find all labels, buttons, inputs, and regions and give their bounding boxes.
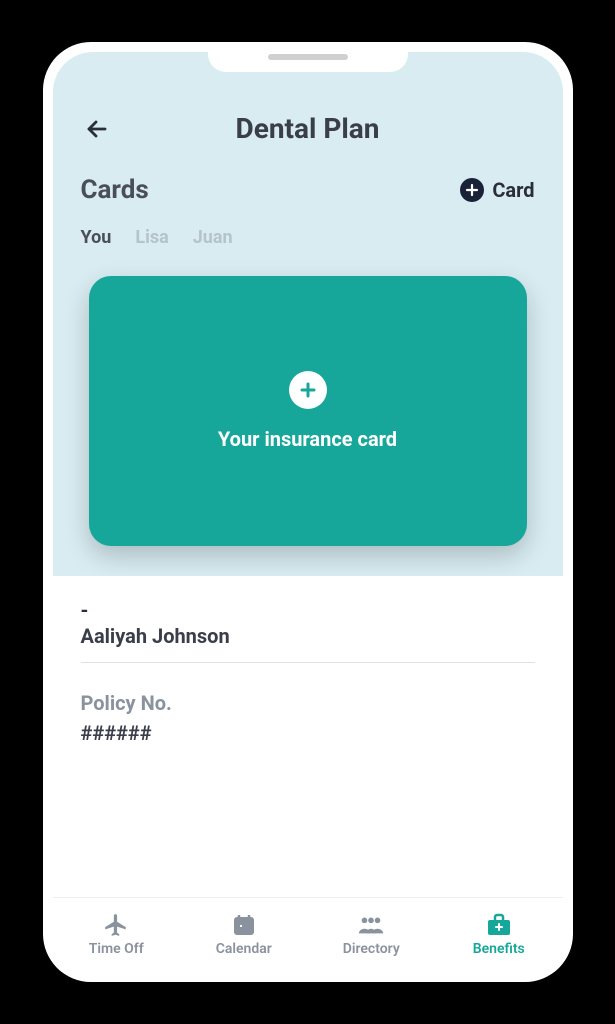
member-name: Aaliyah Johnson	[81, 624, 535, 648]
nav-time-off[interactable]: Time Off	[53, 898, 181, 972]
nav-calendar[interactable]: Calendar	[180, 898, 308, 972]
back-button[interactable]	[81, 113, 113, 145]
phone-notch	[208, 42, 408, 72]
policy-value: ######	[81, 721, 535, 745]
member-tabs: You Lisa Juan	[81, 227, 535, 248]
add-card-button[interactable]: Card	[460, 178, 534, 202]
people-icon	[357, 913, 385, 937]
cards-title: Cards	[81, 175, 149, 205]
page-title: Dental Plan	[113, 112, 503, 145]
nav-label: Calendar	[216, 941, 272, 957]
tab-you[interactable]: You	[81, 227, 112, 248]
policy-block: Policy No. ######	[81, 691, 535, 745]
nav-benefits[interactable]: Benefits	[435, 898, 563, 972]
policy-label: Policy No.	[81, 691, 535, 715]
nav-label: Benefits	[473, 941, 525, 957]
member-dash: -	[81, 600, 535, 620]
bottom-nav: Time Off Calendar Directory Benefits	[53, 897, 563, 972]
nav-label: Directory	[343, 941, 400, 957]
nav-directory[interactable]: Directory	[308, 898, 436, 972]
add-card-label: Card	[492, 178, 534, 202]
cards-header: Cards Card	[81, 175, 535, 205]
insurance-card[interactable]: Your insurance card	[89, 276, 527, 546]
details-section: - Aaliyah Johnson Policy No. ######	[53, 576, 563, 897]
phone-frame: Dental Plan Cards Card You Lisa Juan	[43, 42, 573, 982]
screen: Dental Plan Cards Card You Lisa Juan	[53, 52, 563, 972]
plane-icon	[102, 913, 130, 937]
nav-label: Time Off	[89, 941, 144, 957]
arrow-left-icon	[85, 117, 109, 141]
insurance-card-label: Your insurance card	[218, 427, 397, 451]
plus-circle-icon	[460, 178, 484, 202]
header: Dental Plan	[81, 112, 535, 145]
briefcase-plus-icon	[485, 913, 513, 937]
tab-juan[interactable]: Juan	[193, 227, 233, 248]
top-section: Dental Plan Cards Card You Lisa Juan	[53, 52, 563, 576]
member-block: - Aaliyah Johnson	[81, 600, 535, 663]
calendar-icon	[230, 913, 258, 937]
plus-circle-icon	[289, 371, 327, 409]
tab-lisa[interactable]: Lisa	[135, 227, 168, 248]
